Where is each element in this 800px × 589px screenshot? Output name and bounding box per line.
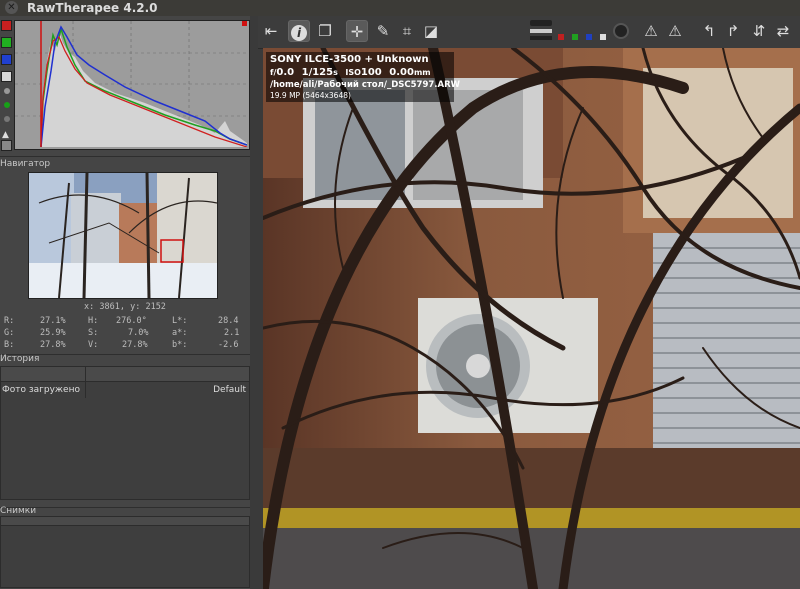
history-label: История (0, 354, 40, 364)
hand-icon[interactable]: ✛ (346, 20, 368, 42)
camera-model: SONY ILCE-3500 + Unknown (270, 54, 429, 65)
title-bar: ✕ RawTherapee 4.2.0 (0, 0, 800, 16)
aperture-value: 0.0 (276, 67, 295, 78)
bb-value: -2.6 (218, 340, 239, 350)
rotate-right-icon[interactable]: ↱ (722, 20, 744, 42)
panel-splitter[interactable] (250, 16, 258, 589)
clip-highlight-icon[interactable]: ⚠ (640, 20, 662, 42)
histogram (14, 20, 250, 150)
before-after-icon[interactable]: ❐ (314, 20, 336, 42)
v-value: 27.8% (122, 340, 148, 350)
s-label: S: (88, 328, 99, 338)
cursor-coordinates: x: 3861, y: 2152 (84, 302, 166, 312)
s-value: 7.0% (128, 328, 149, 338)
histogram-blue-toggle[interactable] (1, 54, 12, 65)
window-title: RawTherapee 4.2.0 (27, 1, 158, 15)
b-label: B: (4, 340, 15, 350)
a-label: a*: (172, 328, 188, 338)
navigator-label: Навигатор (0, 159, 51, 169)
left-panel: ▲ Навигатор x: 3861, y: 2152 R: 27.1% G:… (0, 16, 258, 589)
histogram-green-toggle[interactable] (1, 37, 12, 48)
histogram-channel-toggles: ▲ (0, 20, 14, 157)
image-preview[interactable] (263, 48, 800, 589)
r-label: R: (4, 316, 15, 326)
l-label: L*: (172, 316, 188, 326)
histogram-mode-icon[interactable]: ▲ (2, 130, 14, 140)
history-panel: Фото загружено Default (0, 366, 250, 500)
histogram-full-toggle[interactable] (1, 140, 12, 151)
pixel-info: R: 27.1% G: 25.9% B: 27.8% H: 276.0° S: … (0, 316, 250, 356)
b-value: 27.8% (40, 340, 66, 350)
iso-value: 100 (360, 67, 382, 78)
r-value: 27.1% (40, 316, 66, 326)
l-value: 28.4 (218, 316, 239, 326)
histogram-bar-toggle[interactable] (4, 116, 10, 122)
focus-mask-icon[interactable] (610, 20, 632, 42)
rotate-left-icon[interactable]: ↰ (698, 20, 720, 42)
info-icon[interactable]: i (288, 20, 310, 42)
exif-overlay: SONY ILCE-3500 + Unknown f/0.0 1/125s IS… (266, 52, 460, 102)
history-row[interactable]: Фото загружено Default (1, 382, 249, 398)
histogram-raw-toggle[interactable] (4, 102, 10, 108)
clip-shadow-icon[interactable]: ⚠ (664, 20, 686, 42)
h-label: H: (88, 316, 99, 326)
photo-canvas (263, 48, 800, 589)
iso-label: ISO (345, 68, 361, 77)
editor-toolbar: ⇤ i ❐ ✛ ✎ ⌗ ◪ ⚠ ⚠ ↰ ↱ ⇵ ⇄ (258, 16, 800, 49)
shutter-value: 1/125 (301, 67, 334, 78)
preview-blue-icon[interactable] (586, 34, 592, 40)
focal-unit: mm (413, 68, 431, 77)
history-entry-name: Фото загружено (2, 385, 80, 395)
v-label: V: (88, 340, 99, 350)
collapse-left-icon[interactable]: ⇤ (260, 20, 282, 42)
history-header (1, 367, 249, 382)
a-value: 2.1 (224, 328, 240, 338)
flip-vertical-icon[interactable]: ⇵ (748, 20, 770, 42)
histogram-luminance-toggle[interactable] (1, 71, 12, 82)
bb-label: b*: (172, 340, 188, 350)
g-label: G: (4, 328, 15, 338)
histogram-chroma-toggle[interactable] (4, 88, 10, 94)
histogram-red-toggle[interactable] (1, 20, 12, 31)
file-path: /home/ali/Рабочий стол/_DSC5797.ARW (270, 80, 461, 90)
flip-horizontal-icon[interactable]: ⇄ (772, 20, 794, 42)
shutter-unit: s (333, 68, 338, 77)
preview-green-icon[interactable] (572, 34, 578, 40)
snapshots-panel (0, 516, 250, 588)
histogram-graph (15, 21, 248, 148)
crop-icon[interactable]: ⌗ (396, 20, 418, 42)
preview-luminance-icon[interactable] (600, 34, 606, 40)
g-value: 25.9% (40, 328, 66, 338)
focal-value: 0.00 (389, 67, 414, 78)
color-picker-icon[interactable]: ✎ (372, 20, 394, 42)
megapixels: 19.9 MP (5464x3648) (270, 91, 351, 100)
close-window-button[interactable]: ✕ (5, 1, 18, 14)
preview-red-icon[interactable] (558, 34, 564, 40)
exposure-line: f/0.0 1/125s ISO100 0.00mm (270, 67, 431, 78)
h-value: 276.0° (116, 316, 147, 326)
history-entry-value: Default (213, 385, 246, 395)
preview-mode-icon[interactable] (530, 20, 554, 42)
navigator-thumbnail[interactable] (28, 172, 218, 299)
straighten-icon[interactable]: ◪ (420, 20, 442, 42)
